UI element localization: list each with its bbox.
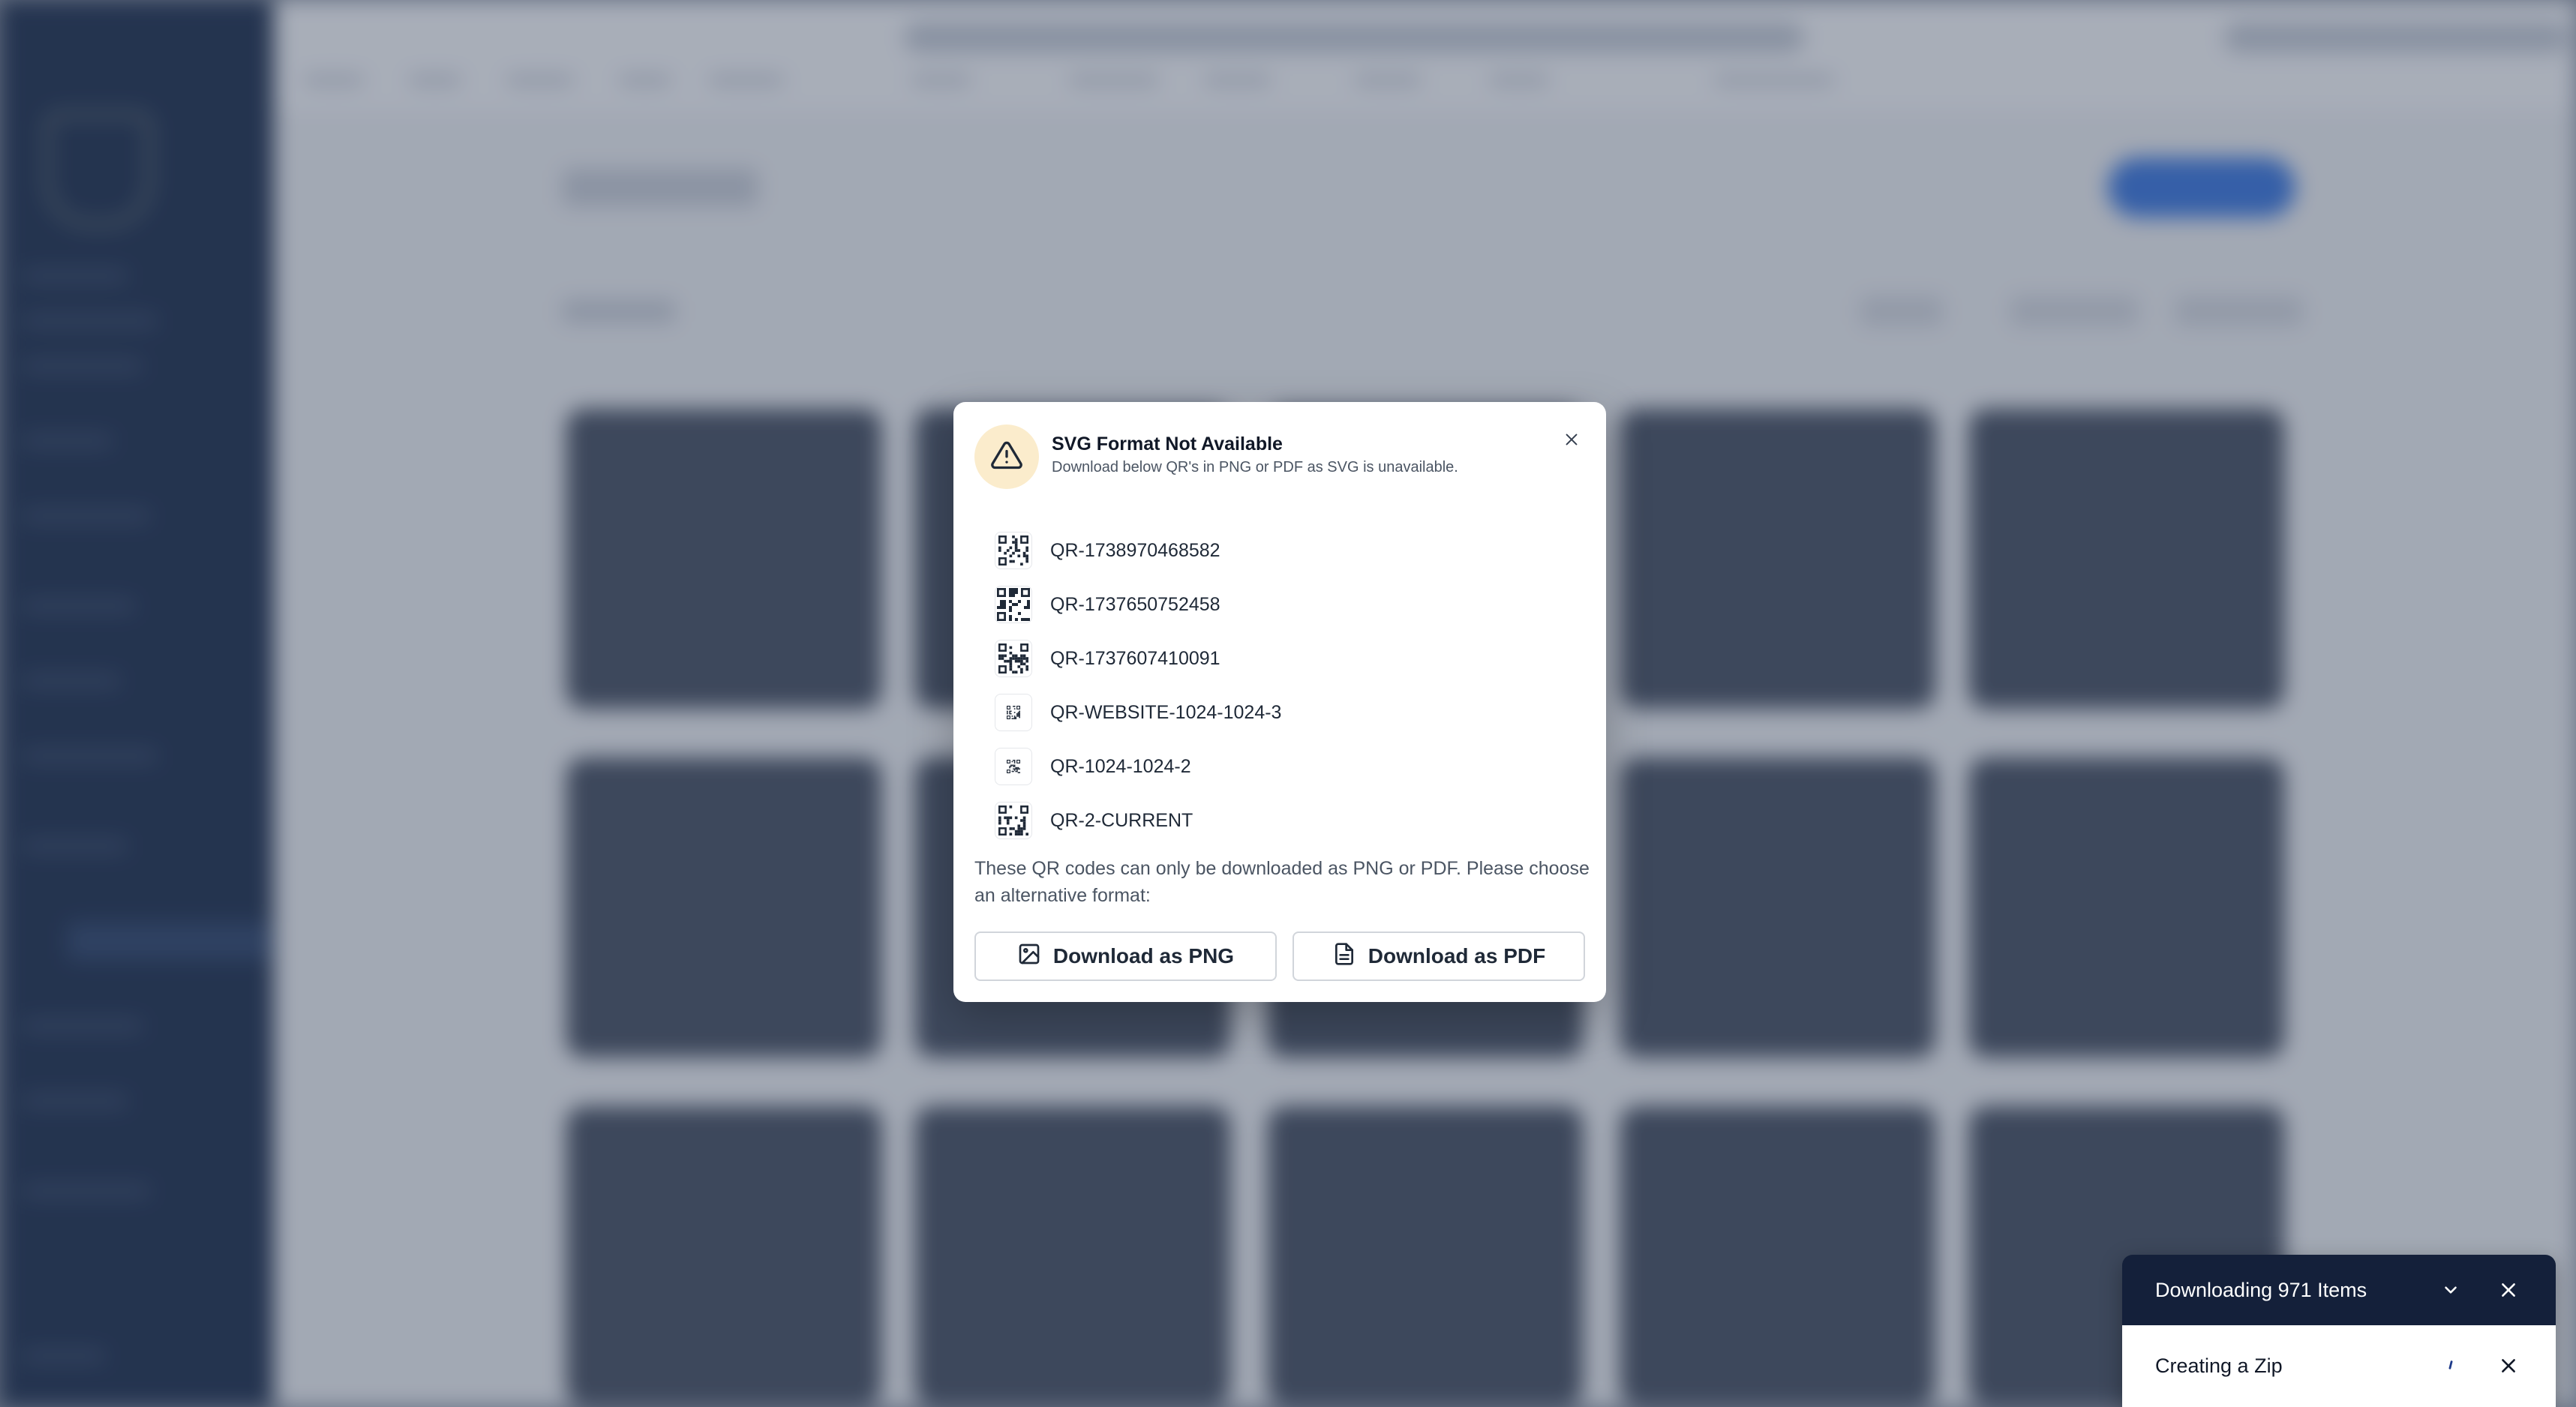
qr-code-icon — [997, 588, 1030, 621]
qr-code-icon — [1007, 706, 1020, 719]
qr-thumbnail — [995, 694, 1032, 731]
qr-code-icon — [1007, 760, 1020, 773]
qr-code-icon — [998, 806, 1028, 836]
download-toast: Downloading 971 Items Creating a Zip — [2122, 1255, 2556, 1407]
format-note: These QR codes can only be downloaded as… — [974, 858, 1590, 906]
image-icon — [1017, 942, 1053, 971]
qr-list-item: QR-1737650752458 — [995, 578, 1565, 632]
qr-list-item: QR-WEBSITE-1024-1024-3 — [995, 686, 1565, 740]
qr-name: QR-1024-1024-2 — [1050, 755, 1191, 777]
qr-list-item: QR-1738970468582 — [995, 524, 1565, 578]
svg-unavailable-dialog: SVG Format Not Available Download below … — [953, 402, 1606, 1002]
close-icon — [1563, 431, 1580, 452]
qr-thumbnail — [995, 532, 1032, 569]
qr-code-icon — [998, 536, 1028, 566]
qr-thumbnail — [995, 640, 1032, 677]
download-png-label: Download as PNG — [1052, 944, 1235, 968]
chevron-down-icon[interactable] — [2436, 1275, 2466, 1305]
qr-list: QR-1738970468582 QR-1737650752458 QR-173… — [995, 524, 1565, 848]
warning-icon-badge — [974, 424, 1039, 489]
warning-triangle-icon — [990, 439, 1023, 476]
qr-code-icon — [998, 644, 1028, 674]
download-pdf-label: Download as PDF — [1368, 944, 1546, 968]
qr-name: QR-2-CURRENT — [1050, 809, 1193, 831]
toast-header: Downloading 971 Items — [2122, 1255, 2556, 1325]
qr-thumbnail — [995, 748, 1032, 785]
qr-list-item: QR-1024-1024-2 — [995, 740, 1565, 794]
qr-name: QR-WEBSITE-1024-1024-3 — [1050, 701, 1282, 723]
dialog-title: SVG Format Not Available — [1052, 434, 1283, 454]
qr-thumbnail — [995, 586, 1032, 623]
qr-list-item: QR-1737607410091 — [995, 632, 1565, 686]
qr-list-item: QR-2-CURRENT — [995, 794, 1565, 848]
qr-name: QR-1737607410091 — [1050, 647, 1220, 669]
dialog-description: Download below QR's in PNG or PDF as SVG… — [1052, 459, 1458, 476]
close-icon[interactable] — [2493, 1275, 2523, 1305]
dialog-close-button[interactable] — [1558, 428, 1585, 454]
toast-body: Creating a Zip — [2122, 1325, 2556, 1407]
toast-title: Downloading 971 Items — [2155, 1278, 2367, 1301]
qr-thumbnail — [995, 802, 1032, 839]
spinner-icon — [2436, 1351, 2466, 1381]
download-png-button[interactable]: Download as PNG — [974, 932, 1277, 981]
qr-name: QR-1737650752458 — [1050, 593, 1220, 615]
download-pdf-button[interactable]: Download as PDF — [1293, 932, 1585, 981]
toast-status: Creating a Zip — [2155, 1354, 2283, 1377]
close-icon[interactable] — [2493, 1351, 2523, 1381]
qr-name: QR-1738970468582 — [1050, 539, 1220, 561]
file-text-icon — [1332, 942, 1368, 971]
